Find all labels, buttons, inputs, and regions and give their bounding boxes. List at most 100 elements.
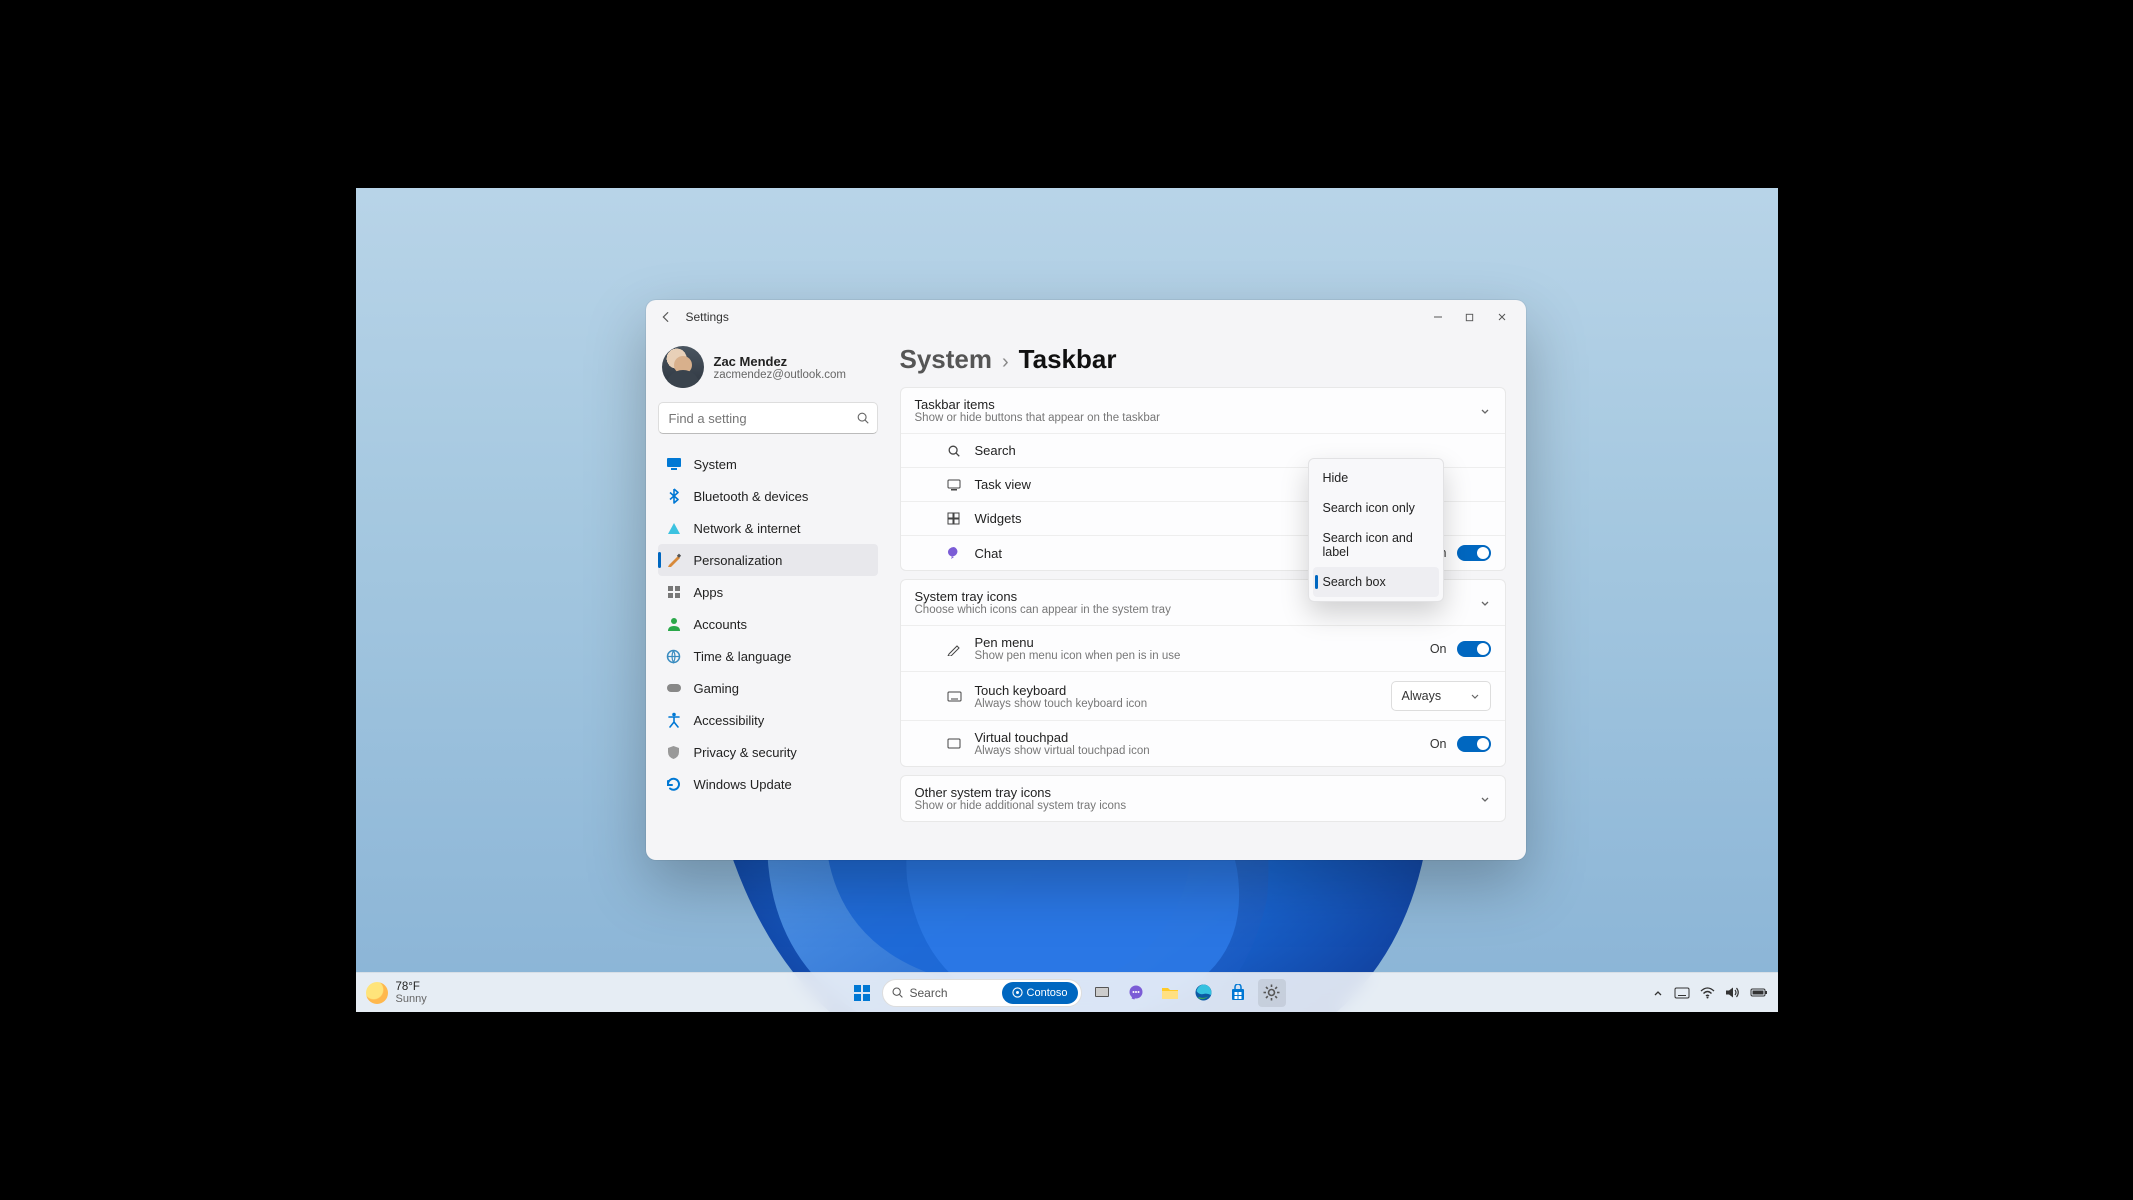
sidebar-item-label: Time & language — [694, 649, 792, 664]
taskbar-search[interactable]: Search Contoso — [882, 979, 1082, 1007]
taskbar-system-tray — [1652, 973, 1768, 1012]
section-title: System tray icons — [915, 589, 1171, 604]
taskbar-chat[interactable] — [1122, 979, 1150, 1007]
dropdown-item-icon-label[interactable]: Search icon and label — [1313, 523, 1439, 567]
row-sublabel: Always show touch keyboard icon — [975, 698, 1148, 710]
select-value: Always — [1402, 689, 1442, 703]
sidebar-item-accessibility[interactable]: Accessibility — [658, 704, 878, 736]
sidebar-item-label: Privacy & security — [694, 745, 797, 760]
taskbar-edge[interactable] — [1190, 979, 1218, 1007]
sidebar-item-system[interactable]: System — [658, 448, 878, 480]
personalization-icon — [666, 552, 682, 568]
row-label: Widgets — [975, 511, 1022, 526]
widgets-icon — [947, 512, 963, 525]
dropdown-item-icon-only[interactable]: Search icon only — [1313, 493, 1439, 523]
section-title: Other system tray icons — [915, 785, 1127, 800]
sidebar-item-privacy[interactable]: Privacy & security — [658, 736, 878, 768]
nav-list: System Bluetooth & devices Network & int… — [658, 448, 878, 800]
sidebar-item-label: Windows Update — [694, 777, 792, 792]
weather-condition: Sunny — [396, 993, 427, 1005]
row-virtual-touchpad: Virtual touchpad Always show virtual tou… — [901, 720, 1505, 766]
section-subtitle: Show or hide additional system tray icon… — [915, 800, 1127, 812]
dropdown-item-search-box[interactable]: Search box — [1313, 567, 1439, 597]
virtual-touchpad-toggle[interactable] — [1457, 736, 1491, 752]
sidebar-item-label: Apps — [694, 585, 724, 600]
section-title: Taskbar items — [915, 397, 1161, 412]
minimize-button[interactable] — [1422, 303, 1454, 331]
tray-battery-icon[interactable] — [1750, 987, 1768, 998]
tray-keyboard-icon[interactable] — [1674, 987, 1690, 999]
chevron-down-icon — [1470, 691, 1480, 701]
search-icon — [947, 444, 963, 458]
taskbar-settings[interactable] — [1258, 979, 1286, 1007]
taskbar-store[interactable] — [1224, 979, 1252, 1007]
privacy-icon — [666, 744, 682, 760]
search-input[interactable] — [658, 402, 878, 434]
gaming-icon — [666, 680, 682, 696]
row-pen-menu: Pen menu Show pen menu icon when pen is … — [901, 625, 1505, 671]
sidebar-item-accounts[interactable]: Accounts — [658, 608, 878, 640]
row-label: Search — [975, 443, 1016, 458]
close-button[interactable] — [1486, 303, 1518, 331]
system-icon — [666, 456, 682, 472]
apps-icon — [666, 584, 682, 600]
sidebar-item-windows-update[interactable]: Windows Update — [658, 768, 878, 800]
desktop: Settings Zac Mendez — [356, 188, 1778, 1012]
section-header-taskbar-items[interactable]: Taskbar items Show or hide buttons that … — [901, 388, 1505, 433]
maximize-button[interactable] — [1454, 303, 1486, 331]
sidebar-item-network[interactable]: Network & internet — [658, 512, 878, 544]
sidebar-item-time-language[interactable]: Time & language — [658, 640, 878, 672]
section-header-other-tray[interactable]: Other system tray icons Show or hide add… — [901, 776, 1505, 821]
sidebar-item-apps[interactable]: Apps — [658, 576, 878, 608]
sidebar-item-label: Accessibility — [694, 713, 765, 728]
section-system-tray: System tray icons Choose which icons can… — [900, 579, 1506, 767]
row-label: Touch keyboard — [975, 683, 1148, 698]
taskbar-search-pill[interactable]: Contoso — [1002, 982, 1078, 1004]
profile-block[interactable]: Zac Mendez zacmendez@outlook.com — [662, 346, 874, 388]
tray-overflow-icon[interactable] — [1652, 987, 1664, 999]
row-label: Virtual touchpad — [975, 730, 1150, 745]
row-label: Chat — [975, 546, 1002, 561]
taskbar-search-placeholder: Search — [910, 986, 948, 1000]
sidebar-item-label: Network & internet — [694, 521, 801, 536]
windows-update-icon — [666, 776, 682, 792]
touch-keyboard-select[interactable]: Always — [1391, 681, 1491, 711]
chevron-down-icon — [1479, 405, 1491, 417]
row-touch-keyboard: Touch keyboard Always show touch keyboar… — [901, 671, 1505, 720]
task-view-icon — [947, 479, 963, 491]
chevron-down-icon — [1479, 597, 1491, 609]
content-area: System › Taskbar Taskbar items Show or h… — [890, 334, 1526, 860]
sidebar-item-gaming[interactable]: Gaming — [658, 672, 878, 704]
pen-menu-toggle[interactable] — [1457, 641, 1491, 657]
taskbar-file-explorer[interactable] — [1156, 979, 1184, 1007]
sidebar-item-personalization[interactable]: Personalization — [658, 544, 878, 576]
org-icon — [1012, 987, 1023, 998]
row-sublabel: Show pen menu icon when pen is in use — [975, 650, 1181, 662]
search-options-dropdown: Hide Search icon only Search icon and la… — [1308, 458, 1444, 602]
taskbar: 78°F Sunny Search Contoso — [356, 972, 1778, 1012]
sidebar-item-bluetooth[interactable]: Bluetooth & devices — [658, 480, 878, 512]
taskbar-weather[interactable]: 78°F Sunny — [366, 973, 427, 1012]
sidebar-item-label: Personalization — [694, 553, 783, 568]
taskbar-task-view[interactable] — [1088, 979, 1116, 1007]
pen-icon — [947, 642, 963, 656]
breadcrumb-current: Taskbar — [1019, 344, 1117, 375]
sidebar-item-label: System — [694, 457, 737, 472]
tray-volume-icon[interactable] — [1725, 986, 1740, 999]
tray-wifi-icon[interactable] — [1700, 987, 1715, 999]
breadcrumb: System › Taskbar — [900, 344, 1506, 375]
search-icon — [856, 411, 870, 425]
dropdown-item-hide[interactable]: Hide — [1313, 463, 1439, 493]
settings-window: Settings Zac Mendez — [646, 300, 1526, 860]
row-label: Pen menu — [975, 635, 1181, 650]
breadcrumb-parent[interactable]: System — [900, 344, 993, 375]
bluetooth-icon — [666, 488, 682, 504]
breadcrumb-separator: › — [1002, 351, 1009, 374]
network-icon — [666, 520, 682, 536]
row-sublabel: Always show virtual touchpad icon — [975, 745, 1150, 757]
section-other-tray: Other system tray icons Show or hide add… — [900, 775, 1506, 822]
start-button[interactable] — [848, 979, 876, 1007]
back-button[interactable] — [654, 305, 678, 329]
chat-toggle[interactable] — [1457, 545, 1491, 561]
profile-email: zacmendez@outlook.com — [714, 369, 847, 381]
